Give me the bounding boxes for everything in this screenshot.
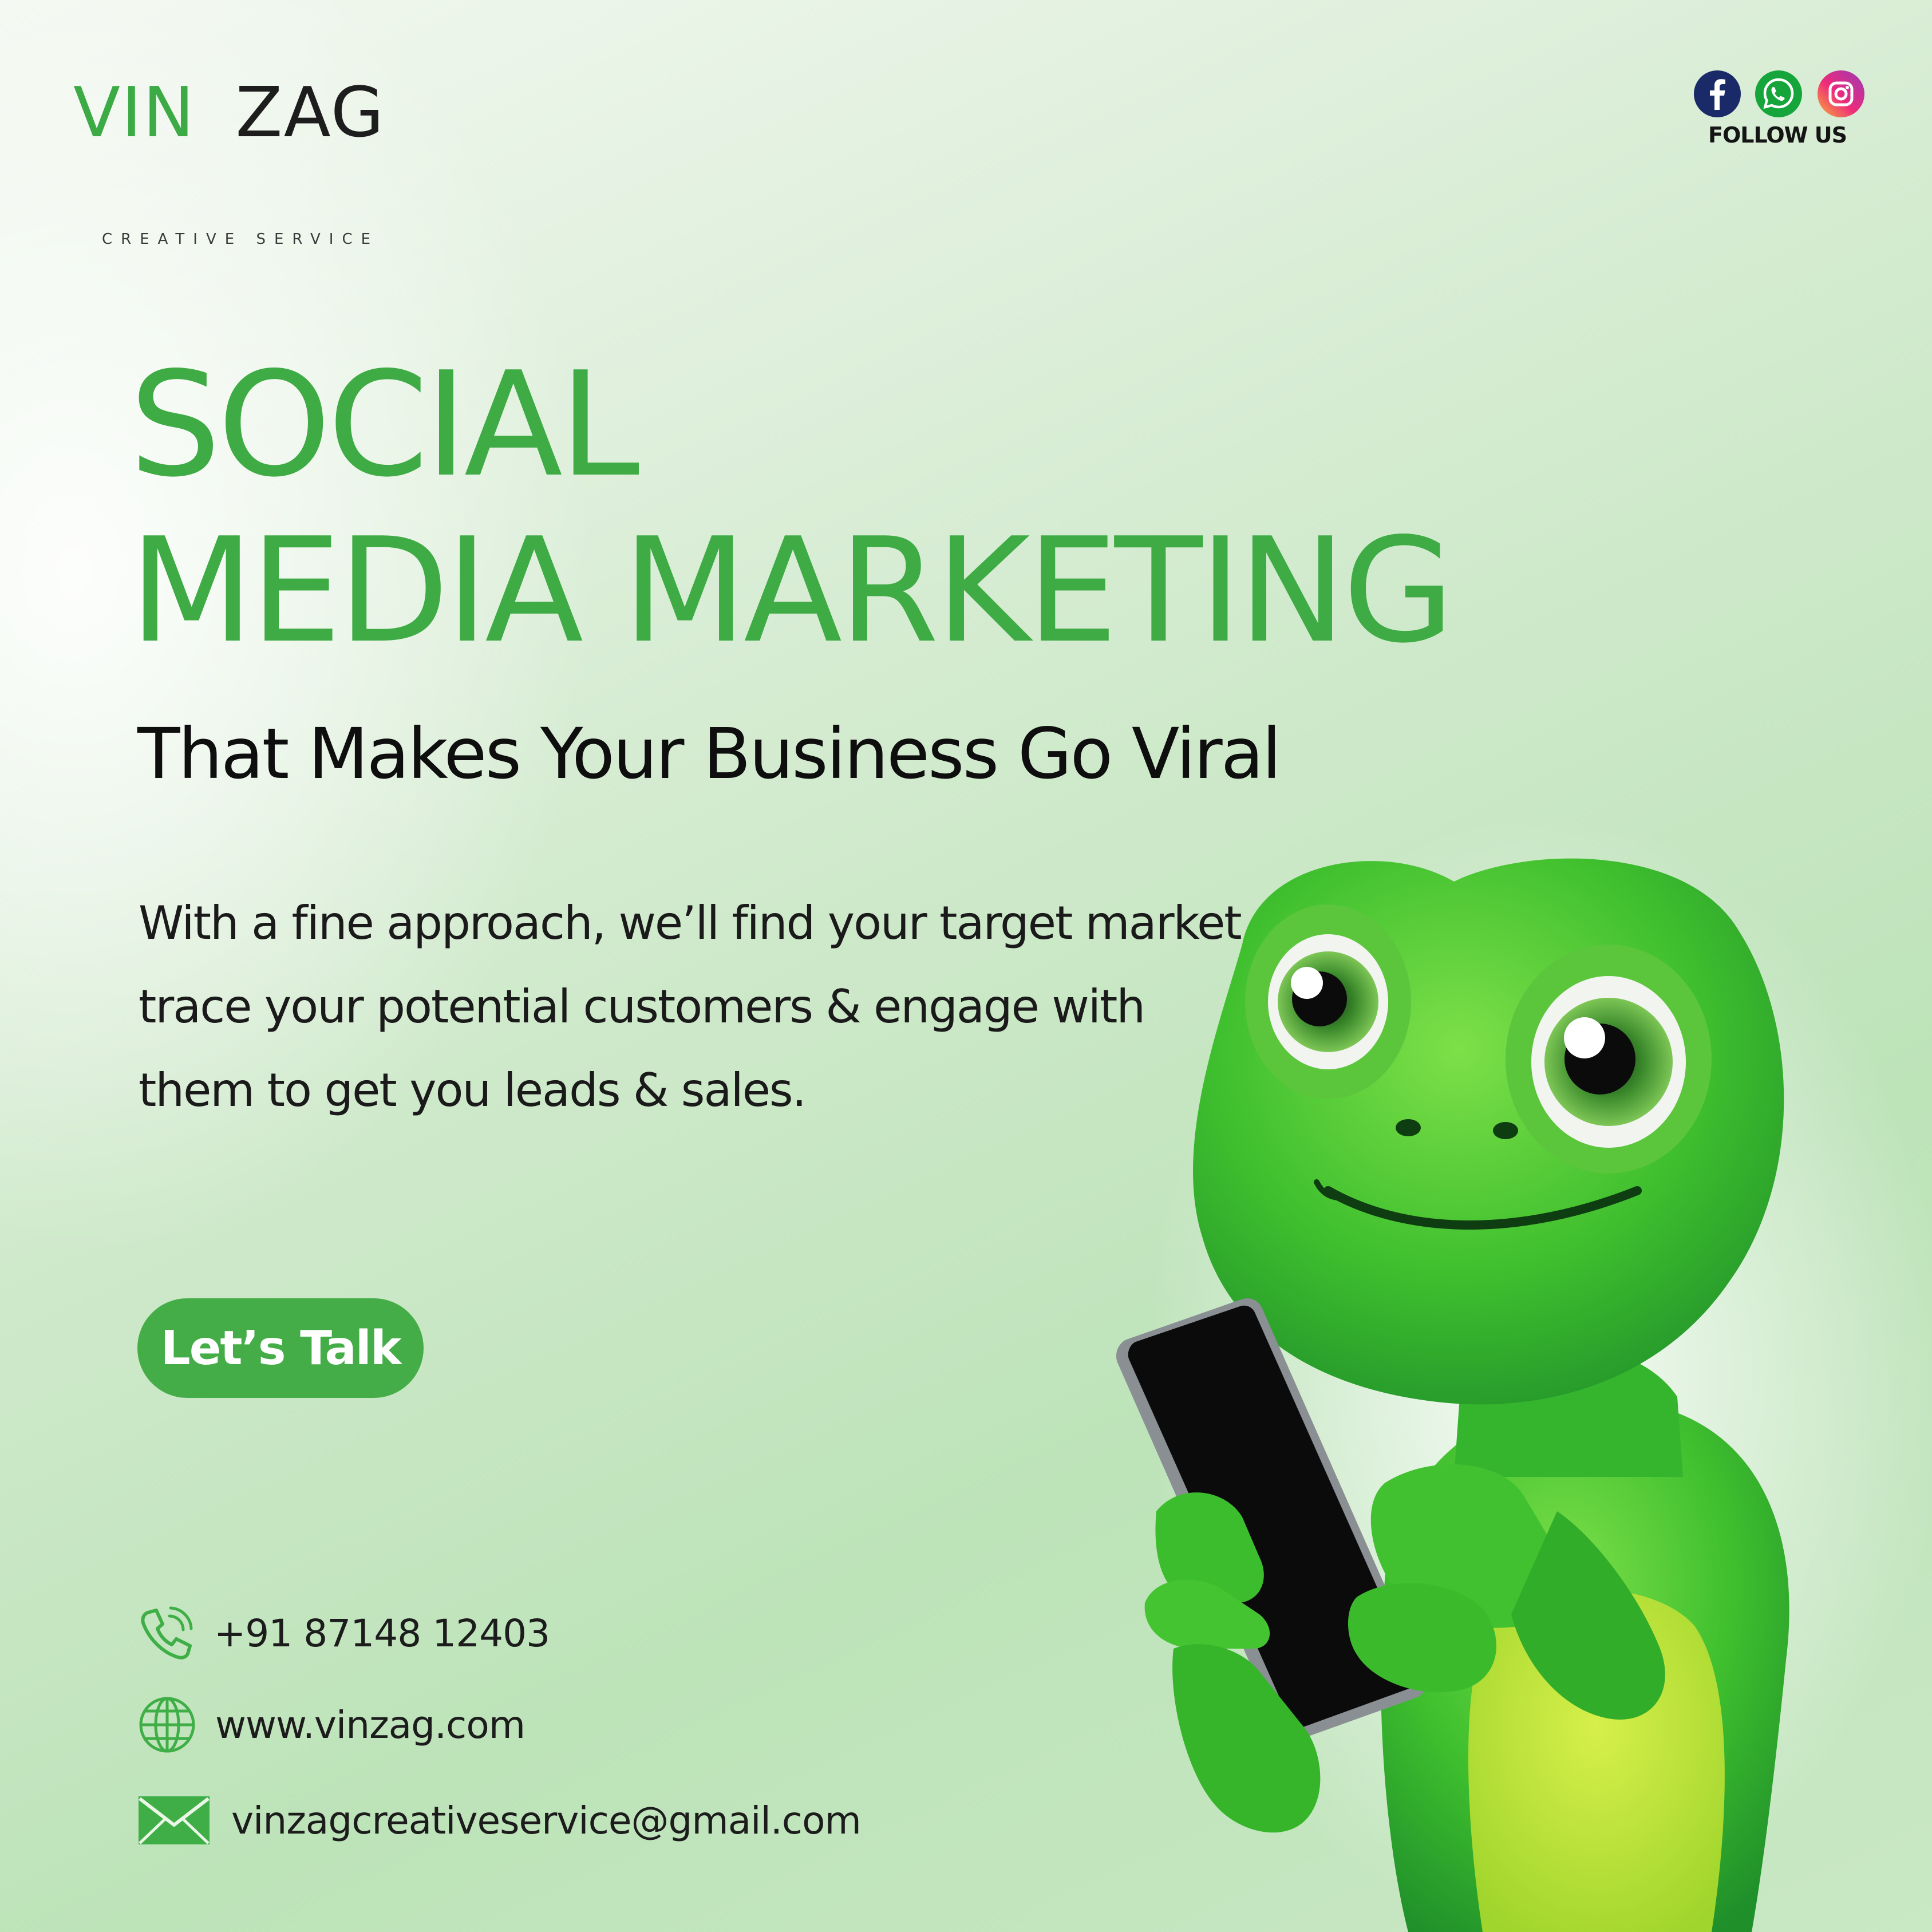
mascot-head <box>1193 858 1784 1405</box>
subheadline: That Makes Your Business Go Viral <box>137 713 1281 795</box>
social-follow: FOLLOW US <box>1683 68 1878 159</box>
logo-wordmark: VIN ZAG <box>73 73 384 153</box>
phone-icon <box>141 1606 193 1660</box>
headline-line1: SOCIAL <box>129 341 639 509</box>
brand-logo[interactable]: VIN ZAG CREATIVE SERVICE <box>73 73 428 248</box>
email-address: vinzagcreativeservice@gmail.com <box>231 1798 862 1843</box>
globe-icon <box>139 1697 195 1753</box>
logo-name-part1: VIN <box>73 73 195 153</box>
headline-line2: MEDIA MARKETING <box>129 507 1455 675</box>
logo-name-part2: ZAG <box>235 73 385 153</box>
logo-tagline: CREATIVE SERVICE <box>102 231 380 248</box>
follow-us-label: FOLLOW US <box>1708 123 1847 148</box>
lets-talk-button[interactable]: Let’s Talk <box>137 1298 424 1398</box>
whatsapp-icon[interactable] <box>1755 70 1803 118</box>
instagram-icon[interactable] <box>1817 70 1865 118</box>
headline: SOCIAL MEDIA MARKETING <box>129 341 1455 675</box>
poster: VIN ZAG CREATIVE SERVICE FOLLOW US SOCIA… <box>0 0 1932 1932</box>
mail-icon <box>139 1796 210 1844</box>
chameleon-mascot-illustration <box>1116 858 1789 1932</box>
contact-email[interactable]: vinzagcreativeservice@gmail.com <box>137 1789 862 1852</box>
website-url: www.vinzag.com <box>215 1702 526 1747</box>
contact-phone[interactable]: +91 87148 12403 <box>137 1602 550 1665</box>
phone-number: +91 87148 12403 <box>214 1611 550 1656</box>
svg-text:VIN ZAG: VIN ZAG <box>73 73 385 153</box>
contact-website[interactable]: www.vinzag.com <box>137 1693 526 1756</box>
facebook-icon[interactable] <box>1693 70 1741 118</box>
